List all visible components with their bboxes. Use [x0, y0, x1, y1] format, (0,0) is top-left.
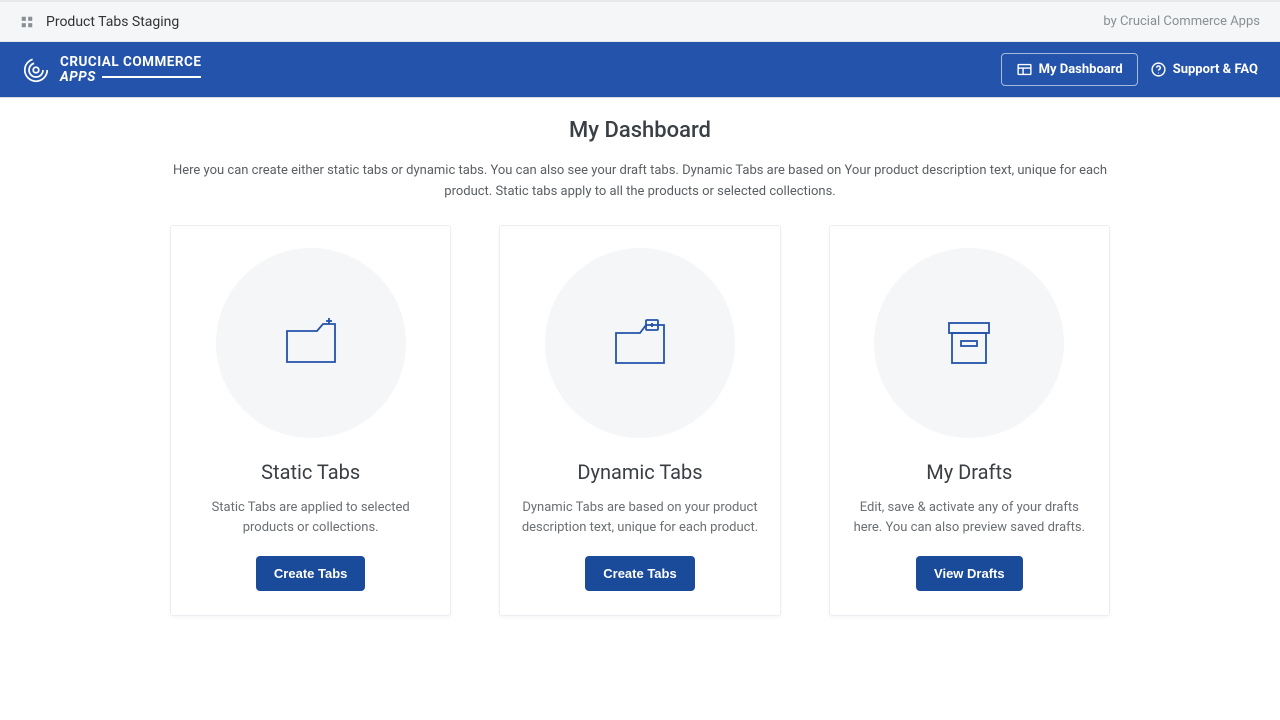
card-icon-circle — [216, 248, 406, 438]
card-icon-circle — [874, 248, 1064, 438]
create-dynamic-tabs-button[interactable]: Create Tabs — [585, 556, 694, 591]
card-description: Edit, save & activate any of your drafts… — [850, 498, 1089, 538]
card-description: Static Tabs are applied to selected prod… — [191, 498, 430, 538]
card-dynamic-tabs: Dynamic Tabs Dynamic Tabs are based on y… — [499, 225, 780, 616]
dashboard-icon — [1016, 61, 1033, 78]
card-description: Dynamic Tabs are based on your product d… — [520, 498, 759, 538]
my-dashboard-button[interactable]: My Dashboard — [1001, 53, 1138, 86]
logo-icon — [22, 56, 50, 84]
card-title: Dynamic Tabs — [520, 460, 759, 484]
archive-box-icon — [943, 317, 995, 369]
topbar-title: Product Tabs Staging — [46, 14, 179, 30]
support-faq-link[interactable]: Support & FAQ — [1150, 61, 1258, 78]
folder-plus-top-icon — [611, 317, 669, 369]
page-title: My Dashboard — [170, 118, 1110, 143]
navbar: CRUCIAL COMMERCE APPS My Dashboard Suppo… — [0, 42, 1280, 98]
card-icon-circle — [545, 248, 735, 438]
view-drafts-button[interactable]: View Drafts — [916, 556, 1023, 591]
page-description: Here you can create either static tabs o… — [170, 161, 1110, 203]
main-content: My Dashboard Here you can create either … — [140, 98, 1140, 656]
cards-row: Static Tabs Static Tabs are applied to s… — [170, 225, 1110, 616]
my-dashboard-label: My Dashboard — [1039, 62, 1123, 77]
card-static-tabs: Static Tabs Static Tabs are applied to s… — [170, 225, 451, 616]
help-icon — [1150, 61, 1167, 78]
support-faq-label: Support & FAQ — [1173, 62, 1258, 77]
logo: CRUCIAL COMMERCE APPS — [22, 55, 201, 83]
topbar-by: by Crucial Commerce Apps — [1103, 14, 1260, 29]
create-static-tabs-button[interactable]: Create Tabs — [256, 556, 365, 591]
card-title: Static Tabs — [191, 460, 430, 484]
folder-plus-icon — [282, 317, 340, 369]
logo-line1: CRUCIAL COMMERCE — [60, 55, 201, 69]
topbar: Product Tabs Staging by Crucial Commerce… — [0, 0, 1280, 42]
app-icon — [20, 15, 34, 29]
card-my-drafts: My Drafts Edit, save & activate any of y… — [829, 225, 1110, 616]
logo-line2: APPS — [60, 70, 96, 84]
card-title: My Drafts — [850, 460, 1089, 484]
